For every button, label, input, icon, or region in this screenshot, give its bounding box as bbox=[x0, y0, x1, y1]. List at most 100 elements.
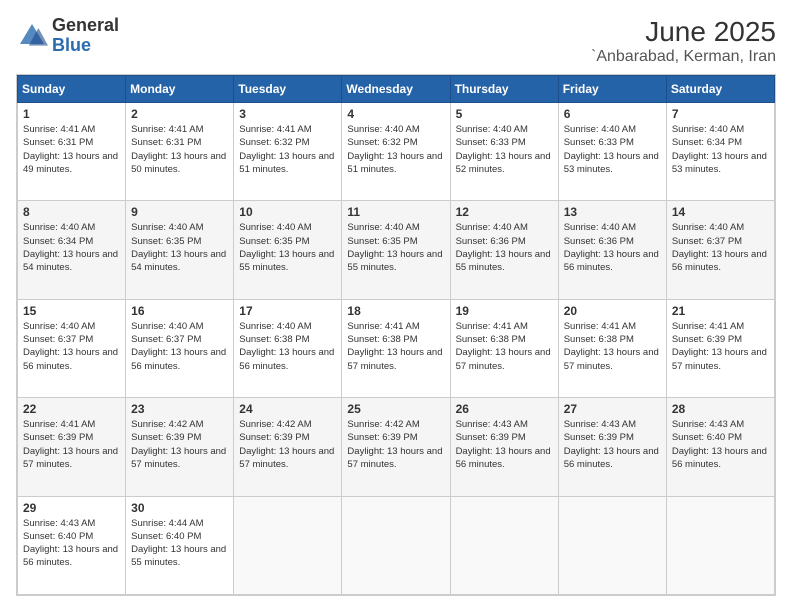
day-detail: Sunrise: 4:41 AMSunset: 6:38 PMDaylight:… bbox=[564, 320, 661, 373]
day-number: 2 bbox=[131, 107, 228, 121]
day-number: 1 bbox=[23, 107, 120, 121]
day-number: 17 bbox=[239, 304, 336, 318]
day-detail: Sunrise: 4:41 AMSunset: 6:38 PMDaylight:… bbox=[347, 320, 444, 373]
list-item: 20 Sunrise: 4:41 AMSunset: 6:38 PMDayligh… bbox=[558, 299, 666, 397]
list-item: 16 Sunrise: 4:40 AMSunset: 6:37 PMDayligh… bbox=[126, 299, 234, 397]
logo-text: General Blue bbox=[52, 16, 119, 56]
list-item bbox=[450, 496, 558, 594]
day-detail: Sunrise: 4:41 AMSunset: 6:38 PMDaylight:… bbox=[456, 320, 553, 373]
day-number: 9 bbox=[131, 205, 228, 219]
list-item: 29 Sunrise: 4:43 AMSunset: 6:40 PMDayligh… bbox=[18, 496, 126, 594]
day-number: 23 bbox=[131, 402, 228, 416]
page-subtitle: `Anbarabad, Kerman, Iran bbox=[591, 48, 776, 66]
header: General Blue June 2025 `Anbarabad, Kerma… bbox=[16, 16, 776, 66]
list-item: 27 Sunrise: 4:43 AMSunset: 6:39 PMDayligh… bbox=[558, 398, 666, 496]
day-number: 21 bbox=[672, 304, 769, 318]
list-item: 15 Sunrise: 4:40 AMSunset: 6:37 PMDayligh… bbox=[18, 299, 126, 397]
day-number: 14 bbox=[672, 205, 769, 219]
day-detail: Sunrise: 4:41 AMSunset: 6:32 PMDaylight:… bbox=[239, 123, 336, 176]
list-item: 2 Sunrise: 4:41 AMSunset: 6:31 PMDaylight… bbox=[126, 103, 234, 201]
day-number: 24 bbox=[239, 402, 336, 416]
list-item bbox=[342, 496, 450, 594]
day-number: 18 bbox=[347, 304, 444, 318]
day-detail: Sunrise: 4:40 AMSunset: 6:37 PMDaylight:… bbox=[672, 221, 769, 274]
logo-blue-text: Blue bbox=[52, 35, 91, 55]
day-number: 10 bbox=[239, 205, 336, 219]
day-detail: Sunrise: 4:40 AMSunset: 6:36 PMDaylight:… bbox=[456, 221, 553, 274]
day-detail: Sunrise: 4:42 AMSunset: 6:39 PMDaylight:… bbox=[239, 418, 336, 471]
day-number: 16 bbox=[131, 304, 228, 318]
list-item: 1Sunrise: 4:41 AMSunset: 6:31 PMDaylight… bbox=[18, 103, 126, 201]
logo-general-text: General bbox=[52, 15, 119, 35]
day-detail: Sunrise: 4:40 AMSunset: 6:33 PMDaylight:… bbox=[564, 123, 661, 176]
col-saturday: Saturday bbox=[666, 76, 774, 103]
day-detail: Sunrise: 4:43 AMSunset: 6:39 PMDaylight:… bbox=[564, 418, 661, 471]
day-detail: Sunrise: 4:44 AMSunset: 6:40 PMDaylight:… bbox=[131, 517, 228, 570]
list-item: 30 Sunrise: 4:44 AMSunset: 6:40 PMDayligh… bbox=[126, 496, 234, 594]
day-detail: Sunrise: 4:43 AMSunset: 6:40 PMDaylight:… bbox=[23, 517, 120, 570]
day-detail: Sunrise: 4:41 AMSunset: 6:31 PMDaylight:… bbox=[131, 123, 228, 176]
day-detail: Sunrise: 4:40 AMSunset: 6:34 PMDaylight:… bbox=[23, 221, 120, 274]
list-item: 9 Sunrise: 4:40 AMSunset: 6:35 PMDaylight… bbox=[126, 201, 234, 299]
day-number: 20 bbox=[564, 304, 661, 318]
list-item: 24 Sunrise: 4:42 AMSunset: 6:39 PMDayligh… bbox=[234, 398, 342, 496]
day-detail: Sunrise: 4:40 AMSunset: 6:33 PMDaylight:… bbox=[456, 123, 553, 176]
day-number: 19 bbox=[456, 304, 553, 318]
list-item: 4 Sunrise: 4:40 AMSunset: 6:32 PMDaylight… bbox=[342, 103, 450, 201]
page-title: June 2025 bbox=[591, 16, 776, 48]
table-row: 1 Sunrise: 4:41 AMSunset: 6:31 PMDaylight… bbox=[18, 103, 775, 201]
day-detail: Sunrise: 4:40 AMSunset: 6:37 PMDaylight:… bbox=[23, 320, 120, 373]
day-number: 29 bbox=[23, 501, 120, 515]
list-item: 11 Sunrise: 4:40 AMSunset: 6:35 PMDayligh… bbox=[342, 201, 450, 299]
day-number: 4 bbox=[347, 107, 444, 121]
day-number: 27 bbox=[564, 402, 661, 416]
list-item: 21 Sunrise: 4:41 AMSunset: 6:39 PMDayligh… bbox=[666, 299, 774, 397]
day-number: 8 bbox=[23, 205, 120, 219]
list-item bbox=[666, 496, 774, 594]
col-wednesday: Wednesday bbox=[342, 76, 450, 103]
day-detail: Sunrise: 4:40 AMSunset: 6:35 PMDaylight:… bbox=[131, 221, 228, 274]
list-item: 28 Sunrise: 4:43 AMSunset: 6:40 PMDayligh… bbox=[666, 398, 774, 496]
list-item: 10 Sunrise: 4:40 AMSunset: 6:35 PMDayligh… bbox=[234, 201, 342, 299]
day-number: 6 bbox=[564, 107, 661, 121]
day-detail: Sunrise: 4:40 AMSunset: 6:35 PMDaylight:… bbox=[239, 221, 336, 274]
col-thursday: Thursday bbox=[450, 76, 558, 103]
day-detail: Sunrise: 4:41 AMSunset: 6:39 PMDaylight:… bbox=[672, 320, 769, 373]
day-detail: Sunrise: 4:43 AMSunset: 6:40 PMDaylight:… bbox=[672, 418, 769, 471]
table-row: 8 Sunrise: 4:40 AMSunset: 6:34 PMDaylight… bbox=[18, 201, 775, 299]
logo-icon bbox=[16, 20, 48, 52]
calendar: Sunday Monday Tuesday Wednesday Thursday… bbox=[16, 74, 776, 596]
list-item: 3Sunrise: 4:41 AMSunset: 6:32 PMDaylight… bbox=[234, 103, 342, 201]
day-detail: Sunrise: 4:40 AMSunset: 6:32 PMDaylight:… bbox=[347, 123, 444, 176]
day-number: 25 bbox=[347, 402, 444, 416]
list-item: 8 Sunrise: 4:40 AMSunset: 6:34 PMDaylight… bbox=[18, 201, 126, 299]
list-item: 14 Sunrise: 4:40 AMSunset: 6:37 PMDayligh… bbox=[666, 201, 774, 299]
list-item: 13Sunrise: 4:40 AMSunset: 6:36 PMDayligh… bbox=[558, 201, 666, 299]
list-item: 19 Sunrise: 4:41 AMSunset: 6:38 PMDayligh… bbox=[450, 299, 558, 397]
day-detail: Sunrise: 4:40 AMSunset: 6:37 PMDaylight:… bbox=[131, 320, 228, 373]
day-number: 12 bbox=[456, 205, 553, 219]
col-monday: Monday bbox=[126, 76, 234, 103]
table-row: 15 Sunrise: 4:40 AMSunset: 6:37 PMDayligh… bbox=[18, 299, 775, 397]
list-item: 26Sunrise: 4:43 AMSunset: 6:39 PMDayligh… bbox=[450, 398, 558, 496]
day-number: 22 bbox=[23, 402, 120, 416]
calendar-table: Sunday Monday Tuesday Wednesday Thursday… bbox=[17, 75, 775, 595]
day-number: 11 bbox=[347, 205, 444, 219]
day-number: 7 bbox=[672, 107, 769, 121]
day-detail: Sunrise: 4:40 AMSunset: 6:36 PMDaylight:… bbox=[564, 221, 661, 274]
list-item: 12 Sunrise: 4:40 AMSunset: 6:36 PMDayligh… bbox=[450, 201, 558, 299]
col-friday: Friday bbox=[558, 76, 666, 103]
day-number: 28 bbox=[672, 402, 769, 416]
list-item: 5 Sunrise: 4:40 AMSunset: 6:33 PMDaylight… bbox=[450, 103, 558, 201]
calendar-header: Sunday Monday Tuesday Wednesday Thursday… bbox=[18, 76, 775, 103]
logo: General Blue bbox=[16, 16, 119, 56]
day-number: 30 bbox=[131, 501, 228, 515]
day-number: 15 bbox=[23, 304, 120, 318]
page: General Blue June 2025 `Anbarabad, Kerma… bbox=[0, 0, 792, 612]
day-detail: Sunrise: 4:40 AMSunset: 6:35 PMDaylight:… bbox=[347, 221, 444, 274]
list-item: 22Sunrise: 4:41 AMSunset: 6:39 PMDayligh… bbox=[18, 398, 126, 496]
day-number: 5 bbox=[456, 107, 553, 121]
day-detail: Sunrise: 4:42 AMSunset: 6:39 PMDaylight:… bbox=[347, 418, 444, 471]
col-sunday: Sunday bbox=[18, 76, 126, 103]
day-detail: Sunrise: 4:43 AMSunset: 6:39 PMDaylight:… bbox=[456, 418, 553, 471]
